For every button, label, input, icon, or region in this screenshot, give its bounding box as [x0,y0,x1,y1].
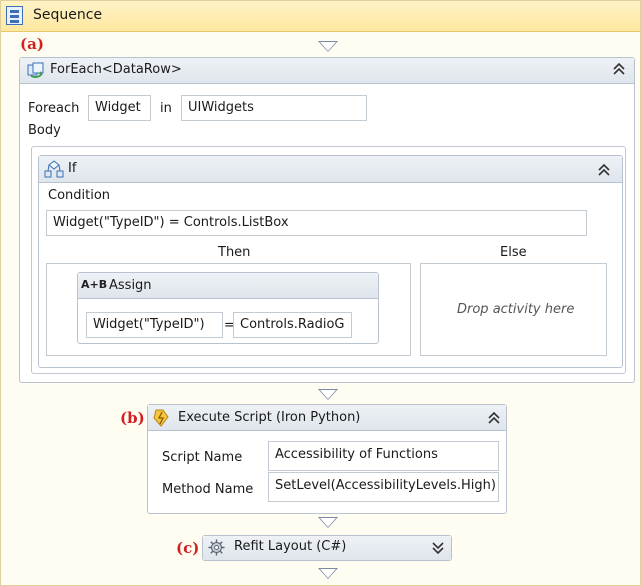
else-label: Else [500,245,527,260]
foreach-icon [27,62,45,79]
drop-target-icon[interactable] [318,517,338,528]
sequence-icon [6,6,23,25]
drop-target-icon[interactable] [318,389,338,400]
if-title: If [68,161,77,176]
foreach-collapse-icon[interactable] [612,62,626,80]
if-header[interactable] [39,156,622,183]
else-drop-hint: Drop activity here [457,302,575,317]
method-name-label: Method Name [162,482,254,497]
drop-target-icon[interactable] [318,568,338,579]
assign-title: Assign [109,278,152,293]
execute-script-collapse-icon[interactable] [487,411,501,429]
condition-field[interactable]: Widget("TypeID") = Controls.ListBox [46,210,587,236]
drop-target-icon[interactable] [318,41,338,52]
execute-script-title: Execute Script (Iron Python) [178,410,361,425]
script-icon [152,408,170,428]
condition-label: Condition [48,188,111,203]
assign-to-field[interactable]: Widget("TypeID") [86,312,223,338]
gear-icon [208,539,225,556]
foreach-label: Foreach [28,101,80,116]
if-icon [44,160,64,178]
callout-b: (b) [120,409,145,427]
body-label: Body [28,123,61,138]
foreach-collection-field[interactable]: UIWidgets [181,95,367,121]
refit-layout-title: Refit Layout (C#) [234,539,347,554]
assign-icon: A+B [81,278,108,291]
sequence-title: Sequence [33,7,103,23]
foreach-item-field[interactable]: Widget [88,95,151,121]
script-name-field[interactable]: Accessibility of Functions [268,441,499,471]
then-label: Then [218,245,251,260]
method-name-field[interactable]: SetLevel(AccessibilityLevels.High) [268,472,499,502]
callout-a: (a) [20,35,44,53]
callout-c: (c) [176,539,200,557]
script-name-label: Script Name [162,450,243,465]
foreach-title: ForEach<DataRow> [50,62,182,77]
refit-expand-icon[interactable] [431,541,445,559]
in-label: in [160,101,172,116]
if-collapse-icon[interactable] [597,163,611,181]
assign-value-field[interactable]: Controls.RadioG [233,312,352,338]
